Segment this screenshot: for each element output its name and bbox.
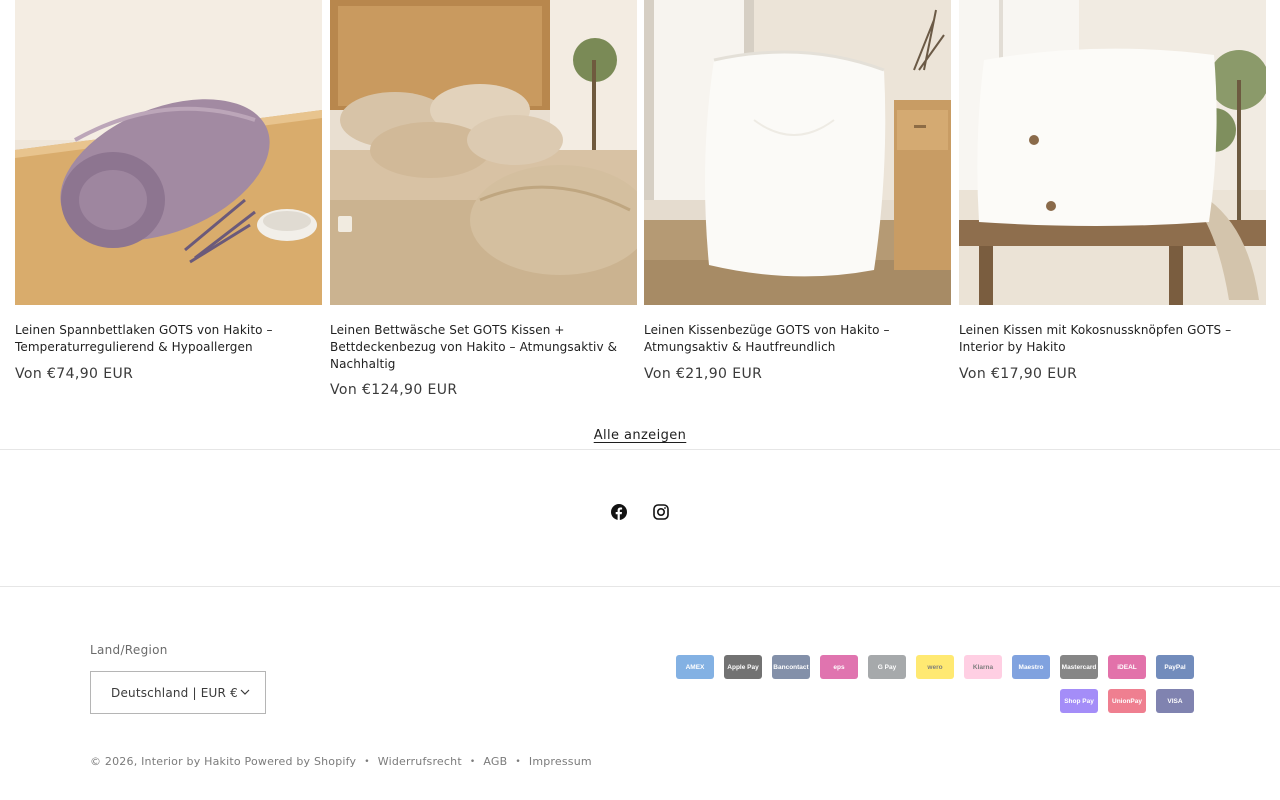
amex-icon: AMEX (676, 655, 714, 679)
product-price: Von €74,90 EUR (15, 365, 134, 382)
ideal-icon: iDEAL (1108, 655, 1146, 679)
section-divider (0, 449, 1280, 450)
country-selector[interactable]: Deutschland | EUR € (90, 671, 266, 714)
product-card[interactable]: Leinen Kissenbezüge GOTS von Hakito – At… (644, 0, 951, 383)
product-card[interactable]: Leinen Spannbettlaken GOTS von Hakito – … (15, 0, 322, 383)
paypal-icon: PayPal (1156, 655, 1194, 679)
country-label: Land/Region (90, 643, 168, 657)
product-title[interactable]: Leinen Bettwäsche Set GOTS Kissen + Bett… (330, 322, 637, 372)
instagram-icon[interactable] (652, 502, 670, 522)
g-pay-icon: G Pay (868, 655, 906, 679)
footer-link-widerrufsrecht[interactable]: Widerrufsrecht (378, 755, 462, 768)
product-image[interactable] (15, 0, 322, 305)
wero-icon: wero (916, 655, 954, 679)
view-all-link[interactable]: Alle anzeigen (594, 428, 687, 443)
product-price: Von €17,90 EUR (959, 365, 1078, 382)
unionpay-icon: UnionPay (1108, 689, 1146, 713)
separator-dot: • (469, 756, 476, 767)
footer-link-impressum[interactable]: Impressum (529, 755, 592, 768)
mastercard-icon: Mastercard (1060, 655, 1098, 679)
product-image[interactable] (644, 0, 951, 305)
separator-dot: • (364, 756, 370, 767)
product-title[interactable]: Leinen Kissenbezüge GOTS von Hakito – At… (644, 322, 951, 356)
apple-pay-icon: Apple Pay (724, 655, 762, 679)
powered-by-link[interactable]: Powered by Shopify (245, 755, 357, 768)
country-value: Deutschland | EUR € (111, 685, 238, 700)
separator-dot: • (515, 756, 521, 767)
shop-pay-icon: Shop Pay (1060, 689, 1098, 713)
product-title[interactable]: Leinen Spannbettlaken GOTS von Hakito – … (15, 322, 322, 356)
footer-divider (0, 586, 1280, 587)
copyright: © 2026, (90, 755, 138, 768)
product-card[interactable]: Leinen Kissen mit Kokosnussknöpfen GOTS … (959, 0, 1266, 383)
eps-icon: eps (820, 655, 858, 679)
klarna-icon: Klarna (964, 655, 1002, 679)
chevron-down-icon (239, 686, 251, 701)
maestro-icon: Maestro (1012, 655, 1050, 679)
product-image[interactable] (959, 0, 1266, 305)
footer-link-agb[interactable]: AGB (483, 755, 507, 768)
product-card[interactable]: Leinen Bettwäsche Set GOTS Kissen + Bett… (330, 0, 637, 399)
payment-icons: AMEX Apple Pay Bancontact eps G Pay wero Klarn… (668, 655, 1194, 713)
product-image[interactable] (330, 0, 637, 305)
footer-links: © 2026, Interior by Hakito Powered by Sh… (90, 755, 592, 768)
store-link[interactable]: Interior by Hakito (141, 755, 241, 768)
facebook-icon[interactable] (610, 502, 628, 522)
bancontact-icon: Bancontact (772, 655, 810, 679)
social-links (0, 502, 1280, 522)
visa-icon: VISA (1156, 689, 1194, 713)
product-grid: Leinen Spannbettlaken GOTS von Hakito – … (15, 0, 1266, 410)
product-title[interactable]: Leinen Kissen mit Kokosnussknöpfen GOTS … (959, 322, 1266, 356)
view-all-row: Alle anzeigen (0, 424, 1280, 443)
product-price: Von €21,90 EUR (644, 365, 763, 382)
product-price: Von €124,90 EUR (330, 382, 458, 399)
